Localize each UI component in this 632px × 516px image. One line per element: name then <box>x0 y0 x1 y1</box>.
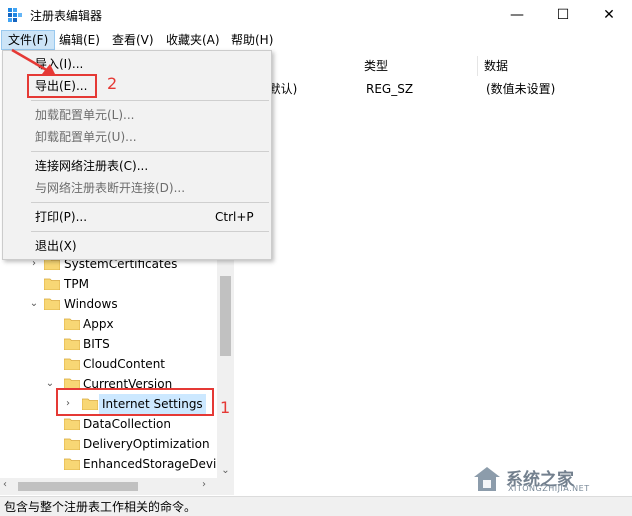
value-type[interactable]: REG_SZ <box>366 80 413 98</box>
scroll-right-icon[interactable]: › <box>202 479 206 490</box>
column-header-data[interactable]: 数据 <box>478 56 628 76</box>
column-header-type[interactable]: 类型 <box>358 56 478 76</box>
close-button[interactable]: ✕ <box>586 0 632 30</box>
menu-item-print[interactable]: 打印(P)... Ctrl+P <box>3 206 271 228</box>
tree-item-label: Appx <box>83 317 114 331</box>
menu-favorites[interactable]: 收藏夹(A) <box>160 30 226 50</box>
menu-view[interactable]: 查看(V) <box>106 30 160 50</box>
menu-item-connect-network-registry[interactable]: 连接网络注册表(C)... <box>3 155 271 177</box>
folder-icon <box>64 458 80 470</box>
menu-item-label: 退出(X) <box>35 239 77 253</box>
annotation-box-export <box>27 74 97 98</box>
tree-item-label: EnhancedStorageDevic <box>83 457 223 471</box>
menu-item-label: 加载配置单元(L)... <box>35 108 135 122</box>
menu-bar: 文件(F) 编辑(E) 查看(V) 收藏夹(A) 帮助(H) <box>0 30 632 50</box>
annotation-number-1: 1 <box>220 398 231 417</box>
status-bar: 包含与整个注册表工作相关的命令。 <box>0 496 632 516</box>
maximize-icon: ☐ <box>556 7 570 23</box>
window-title: 注册表编辑器 <box>30 9 103 23</box>
folder-icon <box>64 358 80 370</box>
title-bar: 注册表编辑器 — ☐ ✕ <box>0 0 632 30</box>
tree-item-label: BITS <box>83 337 110 351</box>
annotation-box-internet-settings <box>56 388 214 416</box>
tree-item-label: Windows <box>64 297 118 311</box>
tree-horizontal-scrollbar[interactable]: ‹ › <box>0 478 234 495</box>
menu-help[interactable]: 帮助(H) <box>225 30 279 50</box>
menu-item-label: 打印(P)... <box>35 210 88 224</box>
minimize-button[interactable]: — <box>494 0 540 30</box>
menu-separator <box>31 100 269 101</box>
annotation-number-2: 2 <box>107 74 118 93</box>
menu-item-disconnect-network-registry[interactable]: 与网络注册表断开连接(D)... <box>3 177 271 199</box>
values-pane[interactable]: 类型 数据 (默认) REG_SZ (数值未设置) <box>236 52 632 478</box>
watermark: 系统之家 XITONGZHIJIA.NET <box>468 463 628 495</box>
scrollbar-thumb[interactable] <box>18 482 138 491</box>
watermark-logo-icon <box>474 467 500 491</box>
folder-icon <box>64 438 80 450</box>
menu-separator <box>31 151 269 152</box>
maximize-button[interactable]: ☐ <box>540 0 586 30</box>
menu-item-exit[interactable]: 退出(X) <box>3 235 271 257</box>
scrollbar-thumb[interactable] <box>220 276 231 356</box>
collapse-arrow-icon[interactable]: ⌄ <box>44 374 56 394</box>
folder-icon <box>44 298 60 310</box>
scroll-left-icon[interactable]: ‹ <box>3 479 7 490</box>
folder-icon <box>64 338 80 350</box>
tree-item-label: TPM <box>64 277 89 291</box>
watermark-subtext: XITONGZHIJIA.NET <box>508 484 590 493</box>
menu-item-load-hive[interactable]: 加载配置单元(L)... <box>3 104 271 126</box>
tree-item-label: DataCollection <box>83 417 172 431</box>
folder-icon <box>64 318 80 330</box>
collapse-arrow-icon[interactable]: ⌄ <box>28 294 40 314</box>
menu-separator <box>31 202 269 203</box>
minimize-icon: — <box>510 7 524 23</box>
menu-item-label: 连接网络注册表(C)... <box>35 159 149 173</box>
value-data[interactable]: (数值未设置) <box>486 80 555 98</box>
folder-icon <box>44 278 60 290</box>
tree-item-label: DeliveryOptimization <box>83 437 210 451</box>
menu-item-shortcut: Ctrl+P <box>215 210 254 224</box>
tree-item-label: CloudContent <box>83 357 166 371</box>
menu-item-label: 卸载配置单元(U)... <box>35 130 137 144</box>
menu-item-label: 与网络注册表断开连接(D)... <box>35 181 186 195</box>
menu-item-unload-hive[interactable]: 卸载配置单元(U)... <box>3 126 271 148</box>
status-text: 包含与整个注册表工作相关的命令。 <box>4 500 197 514</box>
registry-editor-icon <box>8 8 22 22</box>
menu-separator <box>31 231 269 232</box>
scroll-down-icon[interactable]: ⌄ <box>217 465 234 476</box>
folder-icon <box>64 418 80 430</box>
close-icon: ✕ <box>603 7 615 23</box>
